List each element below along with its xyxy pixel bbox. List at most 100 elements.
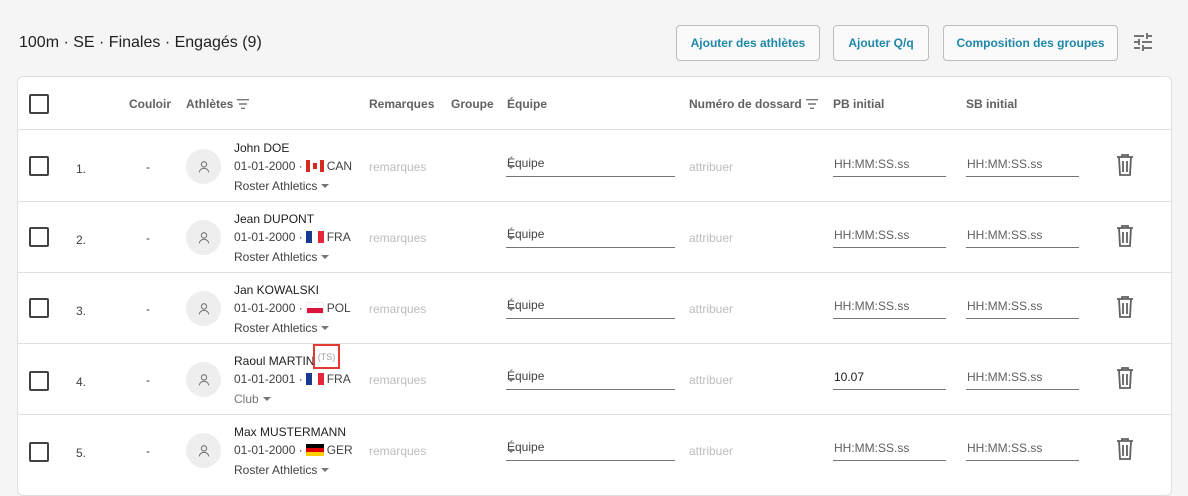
row-checkbox[interactable] [29,156,49,176]
bib-field[interactable]: attribuer [689,444,733,458]
table-header: Couloir Athlètes Remarques Groupe Équipe… [18,77,1171,130]
pb-input[interactable] [833,293,946,319]
row-number: 4. [76,375,87,389]
club-label: Roster Athletics [234,179,318,193]
tune-settings-icon[interactable] [1131,30,1155,54]
row-checkbox[interactable] [29,442,49,462]
person-icon [198,302,209,314]
lane-value: - [146,302,150,316]
select-all-checkbox[interactable] [29,94,49,114]
chevron-down-icon [321,255,330,259]
lane-value: - [146,231,150,245]
team-select[interactable]: Équipe [506,223,675,248]
chevron-down-icon [507,307,515,311]
team-select[interactable]: Équipe [506,152,675,177]
entries-table: Couloir Athlètes Remarques Groupe Équipe… [17,76,1172,496]
sort-filter-icon[interactable] [805,99,818,109]
avatar [186,362,221,397]
club-selector[interactable]: Roster Athletics [234,463,330,477]
add-athletes-button[interactable]: Ajouter des athlètes [676,25,820,61]
team-select[interactable]: Équipe [506,294,675,319]
delete-icon[interactable] [1115,437,1135,461]
sb-input[interactable] [966,364,1079,390]
page-title: 100m · SE · Finales · Engagés (9) [19,34,262,51]
team-select[interactable]: Équipe [506,365,675,390]
row-checkbox[interactable] [29,298,49,318]
country-code: FRA [326,230,351,244]
sb-input[interactable] [966,151,1079,177]
avatar [186,149,221,184]
col-group: Groupe [451,97,494,111]
club-selector[interactable]: Roster Athletics [234,179,330,193]
poland-flag-icon [305,302,324,314]
row-number: 3. [76,304,87,318]
row-checkbox[interactable] [29,371,49,391]
row-number: 5. [76,446,87,460]
sb-input[interactable] [966,293,1079,319]
germany-flag-icon [305,444,324,456]
athlete-info: 01-01-2000 · GER [234,443,353,457]
team-select[interactable]: Équipe [506,436,675,461]
pb-input[interactable] [833,151,946,177]
athlete-name[interactable]: Jan KOWALSKI [234,283,319,297]
sort-filter-icon[interactable] [237,99,250,109]
row-number: 1. [76,162,87,176]
club-label: Club [234,392,259,406]
avatar [186,220,221,255]
remarks-field[interactable]: remarques [369,302,426,316]
remarks-field[interactable]: remarques [369,444,426,458]
club-selector[interactable]: Roster Athletics [234,321,330,335]
sb-input[interactable] [966,222,1079,248]
avatar [186,291,221,326]
chevron-down-icon [507,236,515,240]
person-icon [198,231,209,243]
chevron-down-icon [321,184,330,188]
bib-field[interactable]: attribuer [689,373,733,387]
table-row: 2. - Jean DUPONT 01-01-2000 · FRA Roster… [18,202,1171,273]
birth-date: 01-01-2000 · [234,230,303,244]
athlete-name[interactable]: Max MUSTERMANN [234,425,346,439]
row-checkbox[interactable] [29,227,49,247]
table-row: 3. - Jan KOWALSKI 01-01-2000 · POL Roste… [18,273,1171,344]
club-selector[interactable]: Roster Athletics [234,250,330,264]
lane-value: - [146,160,150,174]
athlete-info: 01-01-2000 · POL [234,301,351,315]
athlete-name[interactable]: Jean DUPONT [234,212,314,226]
bib-field[interactable]: attribuer [689,231,733,245]
delete-icon[interactable] [1115,295,1135,319]
col-athletes[interactable]: Athlètes [186,97,250,111]
group-composition-button[interactable]: Composition des groupes [943,25,1118,61]
remarks-field[interactable]: remarques [369,373,426,387]
club-selector[interactable]: Club [234,392,271,406]
chevron-down-icon [507,378,515,382]
col-sb: SB initial [966,97,1018,111]
col-pb: PB initial [833,97,885,111]
col-lane: Couloir [129,97,171,111]
athlete-info: 01-01-2000 · FRA [234,230,351,244]
birth-date: 01-01-2000 · [234,159,303,173]
row-number: 2. [76,233,87,247]
country-code: FRA [326,372,351,386]
chevron-down-icon [507,165,515,169]
table-row: 5. - Max MUSTERMANN 01-01-2000 · GER Ros… [18,415,1171,486]
bib-field[interactable]: attribuer [689,160,733,174]
delete-icon[interactable] [1115,224,1135,248]
col-bib[interactable]: Numéro de dossard [689,97,818,111]
athlete-name[interactable]: Raoul MARTIN [234,354,314,368]
delete-icon[interactable] [1115,153,1135,177]
france-flag-icon [305,373,324,385]
bib-field[interactable]: attribuer [689,302,733,316]
remarks-field[interactable]: remarques [369,160,426,174]
sb-input[interactable] [966,435,1079,461]
delete-icon[interactable] [1115,366,1135,390]
remarks-field[interactable]: remarques [369,231,426,245]
add-qualifier-button[interactable]: Ajouter Q/q [833,25,929,61]
pb-input[interactable] [833,435,946,461]
country-code: CAN [326,159,353,173]
athlete-name[interactable]: John DOE [234,141,289,155]
france-flag-icon [305,231,324,243]
pb-input[interactable] [833,364,946,390]
ts-status-badge: (TS) [313,344,340,369]
pb-input[interactable] [833,222,946,248]
col-team: Équipe [507,97,548,111]
